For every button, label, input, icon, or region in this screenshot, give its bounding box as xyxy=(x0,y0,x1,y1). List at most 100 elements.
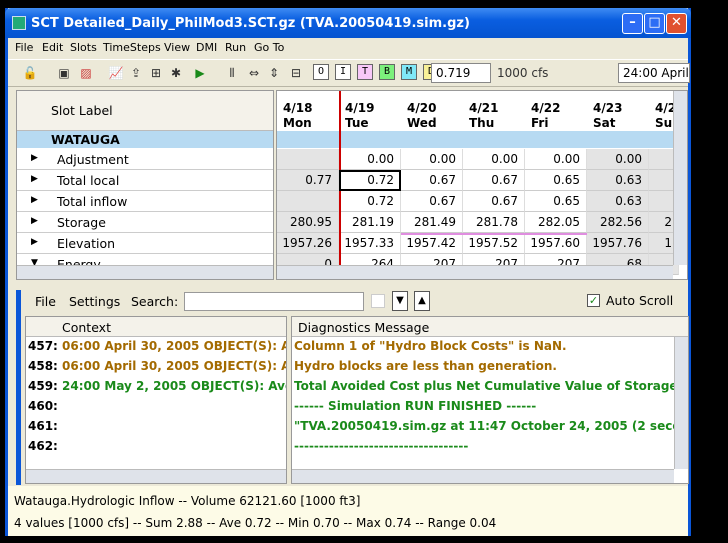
date-column-header[interactable]: 4/19 Tue xyxy=(345,101,374,131)
grid-cell[interactable]: 1957.33 xyxy=(339,233,401,254)
message-line[interactable]: Hydro blocks are less than generation. xyxy=(292,359,557,379)
context-line[interactable]: 457: 06:00 April 30, 2005 OBJECT(S): Avo xyxy=(26,339,286,359)
slot-label-header[interactable]: Slot Label xyxy=(51,103,113,118)
grid-cell[interactable]: 0.63 xyxy=(587,191,649,212)
horizontal-scrollbar[interactable] xyxy=(17,265,273,279)
grid-cell[interactable]: 281.19 xyxy=(339,212,401,233)
message-line[interactable]: "TVA.20050419.sim.gz at 11:47 October 24… xyxy=(292,419,688,439)
context-line[interactable]: 462: xyxy=(26,439,62,459)
context-line[interactable]: 459: 24:00 May 2, 2005 OBJECT(S): Avoid xyxy=(26,379,286,399)
slot-row[interactable]: ▶ Total local xyxy=(17,170,273,191)
vertical-scrollbar[interactable] xyxy=(674,337,688,469)
flag-m-button[interactable]: M xyxy=(401,64,417,80)
menu-view[interactable]: View xyxy=(164,41,190,54)
columns-icon[interactable]: ⦀ xyxy=(224,65,240,81)
grid-cell[interactable]: 1957.76 xyxy=(587,233,649,254)
grid-cell[interactable]: 281.49 xyxy=(401,212,463,233)
grid-cell[interactable]: 0.67 xyxy=(401,170,463,191)
expand-arrow-icon[interactable]: ▶ xyxy=(31,195,38,205)
menu-file[interactable]: File xyxy=(15,41,33,54)
grid-cell[interactable]: 282.05 xyxy=(525,212,587,233)
grid-icon[interactable]: ⊟ xyxy=(288,65,304,81)
message-header[interactable]: Diagnostics Message xyxy=(298,320,429,335)
date-column-header[interactable]: 4/22 Fri xyxy=(531,101,560,131)
grid-cell[interactable]: 0.65 xyxy=(525,170,587,191)
maximize-button[interactable]: □ xyxy=(644,13,665,34)
menu-dmi[interactable]: DMI xyxy=(196,41,217,54)
grid-cell[interactable]: 281.78 xyxy=(463,212,525,233)
context-line[interactable]: 461: xyxy=(26,419,62,439)
open-slot-icon[interactable]: ▣ xyxy=(56,65,72,81)
grid-cell[interactable]: 0.00 xyxy=(587,149,649,170)
grid-cell[interactable]: 0.00 xyxy=(463,149,525,170)
flag-t-button[interactable]: T xyxy=(357,64,373,80)
grid-cell[interactable]: 282.56 xyxy=(587,212,649,233)
menu-goto[interactable]: Go To xyxy=(254,41,284,54)
horizontal-scrollbar[interactable] xyxy=(292,469,674,483)
search-up-button[interactable]: ▲ xyxy=(414,291,430,311)
vertical-scrollbar[interactable] xyxy=(673,91,687,265)
objects-icon[interactable]: ⊞ xyxy=(148,65,164,81)
slot-row[interactable]: ▶ Adjustment xyxy=(17,149,273,170)
slot-row[interactable]: ▶ Total inflow xyxy=(17,191,273,212)
search-down-button[interactable]: ▼ xyxy=(392,291,408,311)
message-line[interactable]: ------ Simulation RUN FINISHED ------ xyxy=(292,399,536,419)
run-icon[interactable]: ▶ xyxy=(192,65,208,81)
grid-cell[interactable]: 0.63 xyxy=(587,170,649,191)
grid-cell[interactable]: 1957.60 xyxy=(525,233,587,254)
grid-cell[interactable]: 1957.52 xyxy=(463,233,525,254)
grid-cell[interactable]: 0.00 xyxy=(525,149,587,170)
time-field[interactable]: 24:00 April xyxy=(618,63,690,83)
value-field[interactable]: 0.719 xyxy=(431,63,491,83)
grid-cell[interactable] xyxy=(277,191,339,212)
slot-row[interactable]: ▶ Storage xyxy=(17,212,273,233)
message-line[interactable]: Column 1 of "Hydro Block Costs" is NaN. xyxy=(292,339,567,359)
grid-cell[interactable]: 1957.42 xyxy=(401,233,463,254)
date-column-header[interactable]: 4/18 Mon xyxy=(283,101,312,131)
flag-b-button[interactable]: B xyxy=(379,64,395,80)
object-row-label[interactable]: WATAUGA xyxy=(51,132,120,147)
slot-row[interactable]: ▶ Elevation xyxy=(17,233,273,254)
message-line[interactable]: ----------------------------------- xyxy=(292,439,468,459)
menu-edit[interactable]: Edit xyxy=(42,41,63,54)
plot-icon[interactable]: 📈 xyxy=(108,65,124,81)
menu-timesteps[interactable]: TimeSteps xyxy=(103,41,161,54)
splitter[interactable] xyxy=(8,280,688,290)
grid-cell[interactable]: 0.67 xyxy=(401,191,463,212)
horizontal-scrollbar[interactable] xyxy=(277,265,673,279)
expand-arrow-icon[interactable]: ▶ xyxy=(31,216,38,226)
expand-arrow-icon[interactable]: ▶ xyxy=(31,153,38,163)
close-slot-icon[interactable]: ▨ xyxy=(78,65,94,81)
grid-cell[interactable]: 280.95 xyxy=(277,212,339,233)
date-column-header[interactable]: 4/20 Wed xyxy=(407,101,437,131)
search-option-box[interactable] xyxy=(371,294,385,308)
menu-slots[interactable]: Slots xyxy=(70,41,97,54)
flag-i-button[interactable]: I xyxy=(335,64,351,80)
grid-cell[interactable]: 0.67 xyxy=(463,170,525,191)
expand-arrow-icon[interactable]: ▶ xyxy=(31,237,38,247)
fit-width-icon[interactable]: ⇔ xyxy=(246,65,262,81)
menu-run[interactable]: Run xyxy=(225,41,246,54)
context-line[interactable]: 458: 06:00 April 30, 2005 OBJECT(S): Avo xyxy=(26,359,286,379)
date-column-header[interactable]: 4/21 Thu xyxy=(469,101,498,131)
grid-cell[interactable]: 0.67 xyxy=(463,191,525,212)
grid-cell[interactable]: 0.77 xyxy=(277,170,339,191)
context-header[interactable]: Context xyxy=(62,320,111,335)
date-column-header[interactable]: 4/23 Sat xyxy=(593,101,622,131)
message-line[interactable]: Total Avoided Cost plus Net Cumulative V… xyxy=(292,379,688,399)
diag-menu-settings[interactable]: Settings xyxy=(69,294,120,309)
grid-cell[interactable]: 0.00 xyxy=(401,149,463,170)
fit-height-icon[interactable]: ⇕ xyxy=(266,65,282,81)
grid-cell[interactable]: 0.65 xyxy=(525,191,587,212)
expand-arrow-icon[interactable]: ▶ xyxy=(31,174,38,184)
grid-cell[interactable] xyxy=(277,149,339,170)
diag-menu-file[interactable]: File xyxy=(35,294,56,309)
lock-icon[interactable]: 🔓 xyxy=(22,65,38,81)
flag-o-button[interactable]: O xyxy=(313,64,329,80)
close-button[interactable]: ✕ xyxy=(666,13,687,34)
settings-icon[interactable]: ✱ xyxy=(168,65,184,81)
auto-scroll-checkbox[interactable]: ✓ xyxy=(587,294,600,307)
horizontal-scrollbar[interactable] xyxy=(26,469,286,483)
minimize-button[interactable]: – xyxy=(622,13,643,34)
grid-cell[interactable]: 0.00 xyxy=(339,149,401,170)
